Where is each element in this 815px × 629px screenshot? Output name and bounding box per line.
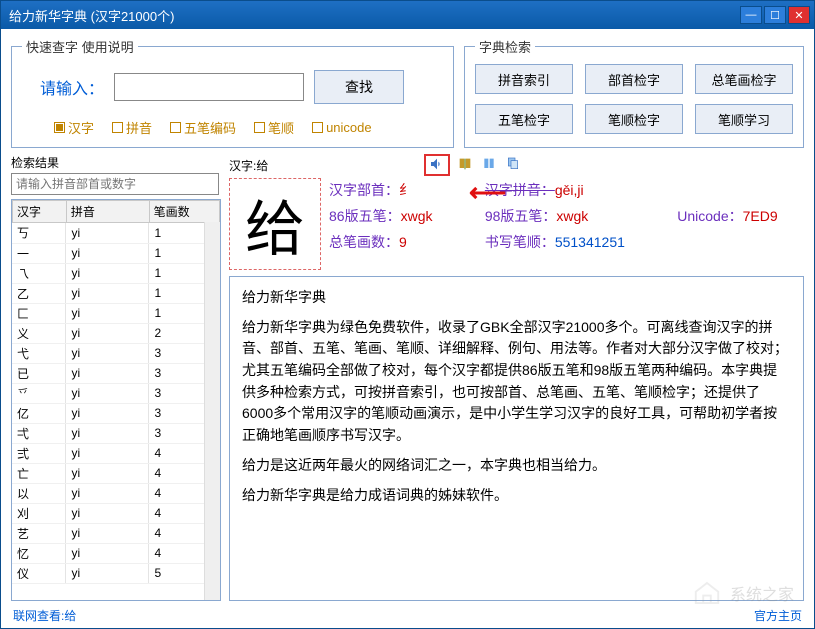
find-button[interactable]: 查找 <box>314 70 404 104</box>
table-row[interactable]: 仪yi5 <box>12 563 220 583</box>
body-p3: 给力是这近两年最火的网络词汇之一，本字典也相当给力。 <box>242 455 791 477</box>
online-lookup-link[interactable]: 联网查看:给 <box>13 607 76 624</box>
search-label: 请输入： <box>40 75 104 99</box>
strokes-value: 9 <box>399 234 407 250</box>
pinyin-value: gěi,ji <box>555 182 584 198</box>
table-row[interactable]: 乙yi1 <box>12 283 220 303</box>
close-button[interactable]: ✕ <box>788 6 810 24</box>
quick-search-panel: 快速查字 使用说明 请输入： 查找 汉字拼音五笔编码笔顺 unicode <box>11 37 454 148</box>
table-row[interactable]: 已yi3 <box>12 363 220 383</box>
col-header[interactable]: 拼音 <box>66 201 149 223</box>
table-row[interactable]: 乊yi3 <box>12 383 220 403</box>
unicode-label: Unicode： <box>677 208 742 224</box>
index-button-3[interactable]: 五笔检字 <box>475 104 573 134</box>
table-row[interactable]: 弍yi4 <box>12 443 220 463</box>
definition-body: 给力新华字典 给力新华字典为绿色免费软件，收录了GBK全部汉字21000多个。可… <box>229 276 804 601</box>
body-title: 给力新华字典 <box>242 287 791 309</box>
red-arrow-annotation: ⟵ <box>469 177 506 208</box>
search-option-3[interactable]: 笔顺 <box>254 118 294 137</box>
results-label: 检索结果 <box>11 154 221 171</box>
results-filter-input[interactable] <box>11 173 219 195</box>
results-table: 汉字拼音笔画数 丂yi1一yi1乁yi1乙yi1匚yi1义yi2弋yi3已yi3… <box>11 199 221 601</box>
table-row[interactable]: 乁yi1 <box>12 263 220 283</box>
book2-icon[interactable] <box>480 156 498 175</box>
minimize-button[interactable]: — <box>740 6 762 24</box>
window-title: 给力新华字典 (汉字21000个) <box>9 6 740 25</box>
search-input[interactable] <box>114 73 304 101</box>
table-row[interactable]: 亿yi3 <box>12 403 220 423</box>
index-panel: 字典检索 拼音索引部首检字总笔画检字五笔检字笔顺检字笔顺学习 <box>464 37 804 148</box>
char-header-label: 汉字:给 <box>229 157 268 174</box>
col-header[interactable]: 汉字 <box>13 201 67 223</box>
index-legend: 字典检索 <box>475 37 535 56</box>
radical-label: 汉字部首： <box>329 182 399 198</box>
quick-search-legend: 快速查字 使用说明 <box>22 37 138 56</box>
strokes-label: 总笔画数： <box>329 234 399 250</box>
homepage-link[interactable]: 官方主页 <box>754 607 802 624</box>
book-icon[interactable] <box>456 156 474 175</box>
index-button-1[interactable]: 部首检字 <box>585 64 683 94</box>
table-row[interactable]: 义yi2 <box>12 323 220 343</box>
maximize-button[interactable]: ☐ <box>764 6 786 24</box>
titlebar: 给力新华字典 (汉字21000个) — ☐ ✕ <box>1 1 814 29</box>
table-row[interactable]: 匚yi1 <box>12 303 220 323</box>
search-option-4[interactable]: unicode <box>312 118 372 137</box>
table-row[interactable]: 一yi1 <box>12 243 220 263</box>
wubi86-label: 86版五笔： <box>329 208 401 224</box>
body-p4: 给力新华字典是给力成语词典的姊妹软件。 <box>242 485 791 507</box>
table-row[interactable]: 以yi4 <box>12 483 220 503</box>
index-button-0[interactable]: 拼音索引 <box>475 64 573 94</box>
speaker-icon[interactable] <box>428 156 446 175</box>
body-p2: 给力新华字典为绿色免费软件，收录了GBK全部汉字21000多个。可离线查询汉字的… <box>242 317 791 447</box>
col-header[interactable]: 笔画数 <box>149 201 219 223</box>
order-label: 书写笔顺： <box>485 234 555 250</box>
speaker-highlight-box <box>424 154 450 176</box>
results-scrollbar[interactable] <box>204 222 220 600</box>
unicode-value: 7ED9 <box>743 208 778 224</box>
index-button-4[interactable]: 笔顺检字 <box>585 104 683 134</box>
search-option-0[interactable]: 汉字 <box>54 118 94 137</box>
wubi98-label: 98版五笔： <box>485 208 557 224</box>
table-row[interactable]: 亡yi4 <box>12 463 220 483</box>
table-row[interactable]: 弋yi3 <box>12 343 220 363</box>
table-row[interactable]: 丂yi1 <box>12 223 220 243</box>
wubi86-value: xwgk <box>401 208 433 224</box>
index-button-2[interactable]: 总笔画检字 <box>695 64 793 94</box>
index-button-5[interactable]: 笔顺学习 <box>695 104 793 134</box>
table-row[interactable]: 刈yi4 <box>12 503 220 523</box>
glyph-preview: 给 <box>229 178 321 270</box>
wubi98-value: xwgk <box>556 208 588 224</box>
table-row[interactable]: 艺yi4 <box>12 523 220 543</box>
table-row[interactable]: 弌yi3 <box>12 423 220 443</box>
radical-value: 纟 <box>399 182 413 198</box>
order-value: 551341251 <box>555 234 625 250</box>
search-option-1[interactable]: 拼音 <box>112 118 152 137</box>
search-option-2[interactable]: 五笔编码 <box>170 118 236 137</box>
copy-icon[interactable] <box>504 156 522 175</box>
table-row[interactable]: 忆yi4 <box>12 543 220 563</box>
